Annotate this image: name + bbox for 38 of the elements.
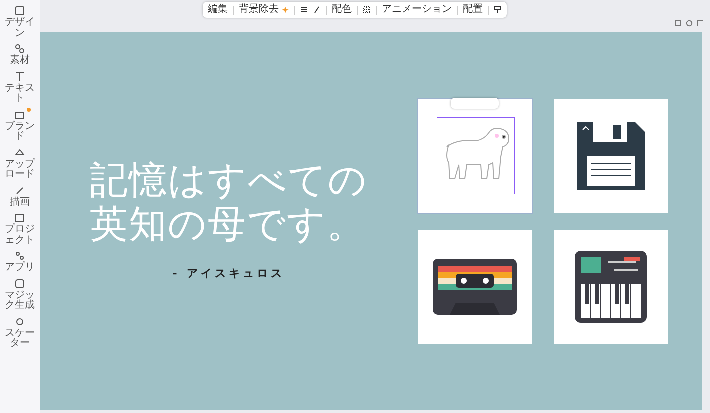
toolbar-button[interactable]: 編集 [208, 5, 228, 15]
sidebar-icon [14, 212, 26, 224]
toolbar-button[interactable]: 配色 [332, 5, 352, 15]
image-tile[interactable] [554, 98, 668, 212]
image-quick-toolbar [451, 98, 499, 108]
sidebar-item[interactable]: プロジェクト [0, 210, 40, 248]
sidebar-icon [14, 278, 26, 290]
sidebar-icon [14, 250, 26, 262]
sidebar-item[interactable]: テキスト [0, 68, 40, 106]
sidebar-item[interactable]: アップロード [0, 144, 40, 182]
synthesizer-icon [574, 250, 648, 324]
image-tile[interactable] [418, 98, 532, 212]
sidebar-item[interactable]: マジック生成 [0, 276, 40, 314]
quote-text: 記憶はすべての 英知の母です。 [90, 159, 368, 246]
image-tile[interactable] [418, 230, 532, 344]
sidebar-icon [14, 43, 26, 55]
image-tile[interactable] [554, 230, 668, 344]
sidebar-item[interactable]: 素材 [0, 41, 40, 68]
sparkle-icon [282, 6, 289, 14]
sidebar-item[interactable]: アプリ [0, 248, 40, 276]
sidebar-item[interactable]: 描画 [0, 182, 40, 210]
sidebar-icon [14, 5, 26, 17]
toolbar-button[interactable]: 配置 [463, 5, 483, 15]
transparency-icon[interactable] [363, 6, 371, 14]
toolbar-button[interactable]: アニメーション [382, 5, 452, 15]
sidebar-icon [14, 316, 26, 328]
quote-author: - アイスキュロス [172, 266, 286, 282]
cassette-tape-icon [432, 258, 518, 316]
sidebar-icon [14, 146, 26, 158]
sidebar-item[interactable]: ブランド [0, 106, 40, 144]
sidebar-item[interactable]: スケーター [0, 314, 40, 352]
paint-roller-icon[interactable] [494, 6, 502, 14]
pen-icon[interactable] [313, 6, 321, 14]
toolbar-button[interactable]: 背景除去 [239, 5, 289, 15]
sidebar-item[interactable]: デザイン [0, 3, 40, 41]
sidebar-icon [14, 70, 26, 82]
sidebar-icon [14, 184, 26, 196]
line-weight-icon[interactable] [300, 6, 308, 14]
